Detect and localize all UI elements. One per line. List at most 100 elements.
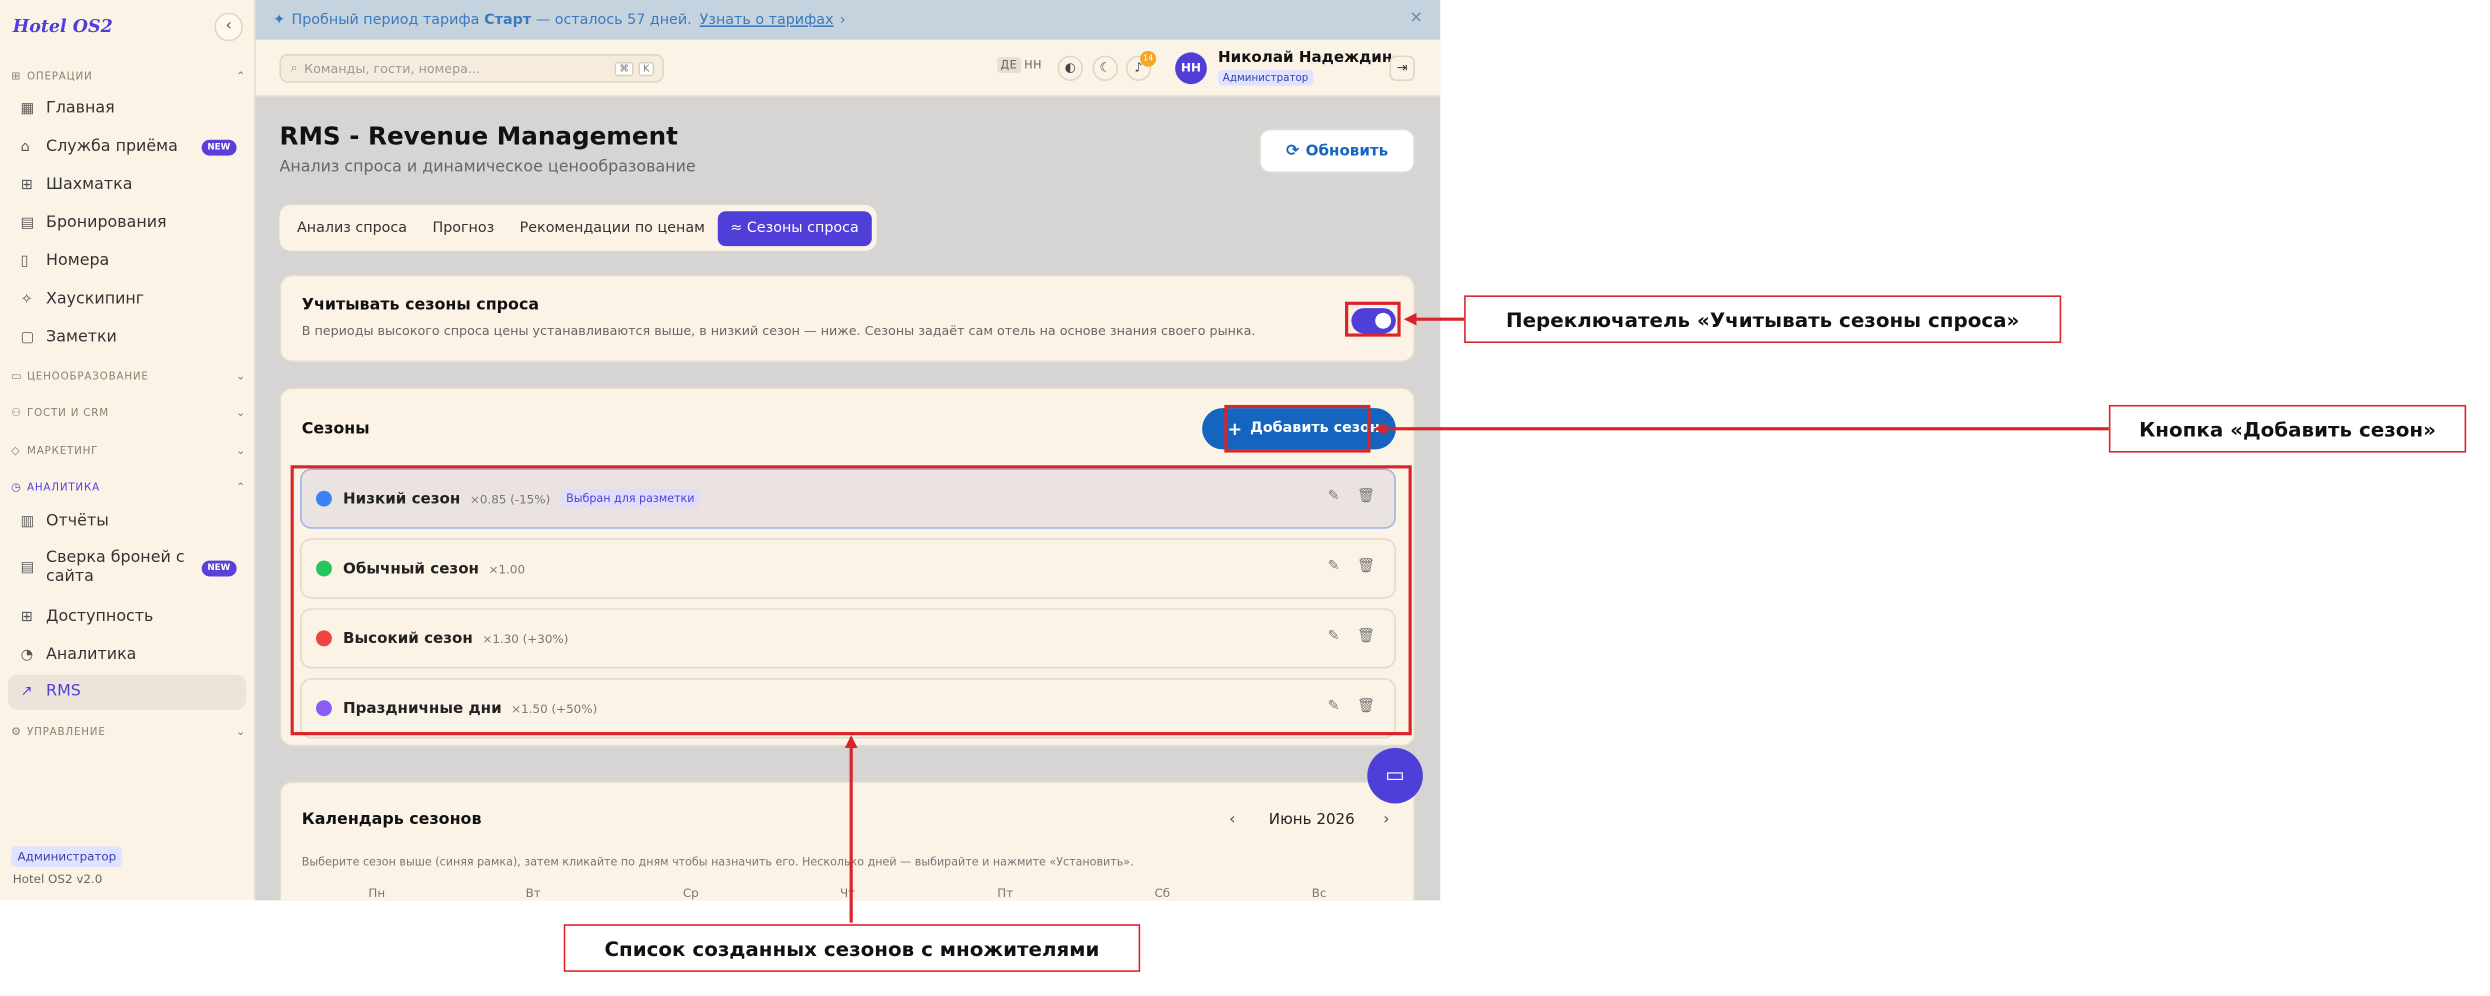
sidebar-item-bookings[interactable]: ▤ Бронирования: [8, 213, 246, 235]
note-icon: ▢: [20, 330, 35, 347]
chevron-down-icon: ⌄: [236, 725, 247, 739]
page-subtitle: Анализ спроса и динамическое ценообразов…: [279, 158, 696, 177]
calendar-month: Июнь 2026: [1268, 811, 1355, 829]
bar-chart-icon: ▥: [20, 514, 35, 531]
sidebar-item-notes[interactable]: ▢ Заметки: [8, 327, 246, 349]
gear-icon: ⚙: [11, 725, 22, 739]
tab-demand-analysis[interactable]: Анализ спроса: [284, 210, 420, 245]
user-role-badge: Администратор: [1217, 69, 1314, 86]
sidebar-section-management[interactable]: ⚙ УПРАВЛЕНИЕ ⌄: [11, 724, 246, 740]
top-header: ⌕ Команды, гости, номера... ⌘ K ДЕ НН ◐ …: [255, 39, 1441, 97]
trial-plan: Старт: [484, 11, 532, 28]
table-icon: ⊞: [20, 609, 33, 626]
tag-icon: ◇: [11, 444, 21, 458]
annotation-toggle-label: Переключатель «Учитывать сезоны спроса»: [1464, 295, 2062, 344]
document-icon: ▤: [20, 560, 35, 577]
prev-month-button[interactable]: ‹: [1229, 811, 1235, 828]
avatar[interactable]: НН: [1175, 52, 1207, 85]
notification-count: 14: [1140, 50, 1157, 67]
moon-icon[interactable]: ☾: [1092, 55, 1118, 81]
sidebar-item-front-desk[interactable]: ⌂ Служба приёма NEW: [8, 137, 246, 159]
chevron-up-icon: ⌃: [236, 69, 247, 83]
next-month-button[interactable]: ›: [1383, 811, 1389, 828]
annotation-arrow: [1386, 427, 2109, 431]
new-badge: NEW: [200, 139, 237, 156]
sidebar-item-housekeeping[interactable]: ✧ Хаускипинг: [8, 289, 246, 311]
calendar-hint: Выберите сезон выше (синяя рамка), затем…: [301, 855, 1134, 869]
pricing-link[interactable]: Узнать о тарифах: [700, 12, 834, 28]
door-icon: ▯: [20, 254, 29, 270]
seasons-toggle-description: В периоды высокого спроса цены устанавли…: [301, 323, 1256, 339]
weekday-label: Пт: [997, 886, 1014, 901]
sidebar-section-pricing[interactable]: ▭ ЦЕНООБРАЗОВАНИЕ ⌄: [11, 368, 246, 384]
season-calendar-card: Календарь сезонов ‹ Июнь 2026 › Выберите…: [279, 781, 1415, 901]
close-banner-button[interactable]: ×: [1410, 10, 1423, 27]
role-badge: Администратор: [11, 846, 123, 868]
seasons-toggle-title: Учитывать сезоны спроса: [301, 296, 540, 315]
refresh-button[interactable]: ⟳ Обновить: [1259, 128, 1415, 174]
sidebar-section-marketing[interactable]: ◇ МАРКЕТИНГ ⌄: [11, 443, 246, 459]
app-version: Hotel OS2 v2.0: [12, 871, 103, 887]
annotation-add-box: [1224, 404, 1371, 453]
logout-icon[interactable]: ⇥: [1389, 55, 1415, 81]
wave-icon: ≈: [730, 219, 747, 236]
chevron-right-icon: ›: [839, 11, 846, 28]
page-title: RMS - Revenue Management: [279, 122, 678, 151]
chevron-up-icon: ⌃: [236, 481, 247, 494]
sidebar-section-guests-crm[interactable]: ⚇ ГОСТИ И CRM ⌄: [11, 405, 246, 421]
app-logo: Hotel OS2: [12, 15, 113, 37]
annotation-arrowhead: [1373, 422, 1387, 436]
sidebar-item-home[interactable]: ▦ Главная: [8, 98, 246, 120]
bell-desk-icon: ⌂: [20, 139, 30, 156]
sidebar: Hotel OS2 ‹ ⊞ ОПЕРАЦИИ ⌃ ▦ Главная ⌂ Служба …: [0, 0, 256, 901]
tab-price-recommendations[interactable]: Рекомендации по ценам: [507, 210, 718, 245]
refresh-icon: ⟳: [1285, 142, 1300, 160]
sidebar-item-booking-reconcile[interactable]: ▤ Сверка броней с сайта NEW: [8, 548, 246, 589]
sparkle-icon: ✧: [20, 292, 33, 309]
chevron-down-icon: ⌄: [236, 406, 247, 420]
sidebar-item-availability[interactable]: ⊞ Доступность: [8, 607, 246, 629]
users-icon: ⚇: [11, 406, 22, 420]
search-icon: ⌕: [290, 60, 298, 75]
sidebar-section-analytics[interactable]: ◷ АНАЛИТИКА ⌃: [11, 480, 246, 496]
chevron-down-icon: ⌄: [236, 444, 247, 458]
annotation-arrowhead: [844, 735, 858, 748]
chevron-down-icon: ⌄: [236, 370, 247, 383]
sidebar-section-operations[interactable]: ⊞ ОПЕРАЦИИ ⌃: [11, 68, 246, 84]
card-icon: ▭: [11, 370, 23, 383]
annotation-arrowhead: [1403, 312, 1417, 326]
sidebar-item-analytics[interactable]: ◔ Аналитика: [8, 645, 246, 667]
chat-button[interactable]: ▭: [1367, 747, 1423, 804]
new-badge: NEW: [200, 560, 237, 577]
palette-icon[interactable]: ◐: [1057, 55, 1084, 81]
user-name: Николай Надеждин: [1217, 49, 1393, 67]
weekday-label: Вт: [525, 886, 541, 901]
calendar-title: Календарь сезонов: [301, 811, 482, 829]
sidebar-item-rms[interactable]: ↗ RMS: [7, 674, 247, 710]
sidebar-collapse-button[interactable]: ‹: [214, 12, 243, 42]
dashboard-icon: ▦: [20, 101, 35, 118]
language-switcher[interactable]: ДЕ НН: [997, 57, 1042, 74]
kbd-cmd: ⌘: [614, 61, 634, 76]
weekday-label: Чт: [840, 886, 856, 901]
seasons-title: Сезоны: [301, 420, 370, 439]
sidebar-item-chess[interactable]: ⊞ Шахматка: [8, 175, 246, 197]
sparkle-icon: ✦: [273, 11, 286, 28]
tabs: Анализ спроса Прогноз Рекомендации по це…: [279, 204, 877, 251]
clock-icon: ◷: [11, 481, 22, 494]
annotation-arrow: [849, 747, 853, 923]
pie-chart-icon: ◔: [20, 647, 34, 664]
search-input[interactable]: ⌕ Команды, гости, номера... ⌘ K: [279, 53, 664, 83]
annotation-list-label: Список созданных сезонов с множителями: [563, 924, 1141, 972]
annotation-toggle-box: [1345, 301, 1401, 337]
chat-icon: ▭: [1385, 763, 1405, 788]
tab-forecast[interactable]: Прогноз: [420, 210, 507, 245]
tab-demand-seasons[interactable]: ≈ Сезоны спроса: [717, 210, 872, 246]
kbd-k: K: [638, 61, 655, 76]
grid-icon: ⊞: [11, 69, 22, 83]
table-icon: ⊞: [20, 177, 33, 194]
sidebar-item-rooms[interactable]: ▯ Номера: [8, 251, 246, 273]
weekday-label: Ср: [682, 886, 699, 901]
annotation-add-label: Кнопка «Добавить сезон»: [2108, 404, 2467, 453]
sidebar-item-reports[interactable]: ▥ Отчёты: [8, 511, 246, 533]
